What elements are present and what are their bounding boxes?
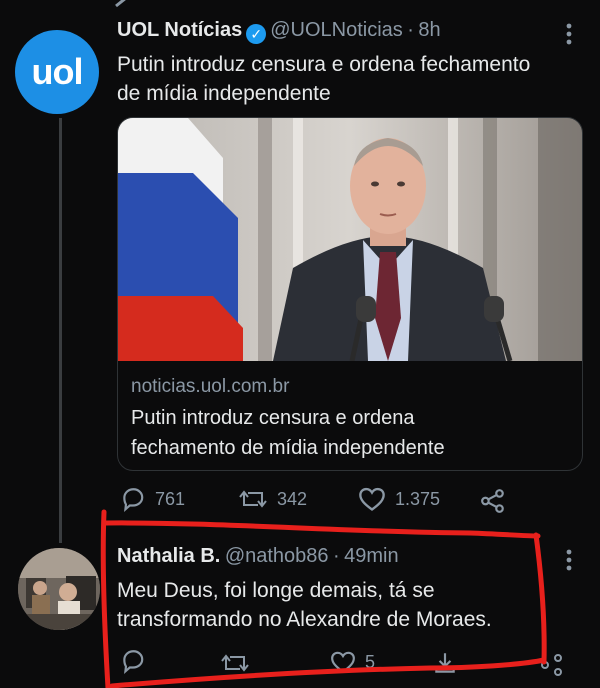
- reply-like-icon: [331, 651, 355, 674]
- card-image: [118, 118, 582, 361]
- tweet-header: UOL Notícias ✓ @UOLNoticias · 8h: [117, 19, 441, 44]
- reply-author-handle[interactable]: @nathob86: [225, 545, 329, 567]
- verified-badge-icon: ✓: [246, 24, 267, 44]
- thread-line: [59, 118, 62, 543]
- reply-text-line: transformando no Alexandre de Moraes.: [117, 608, 492, 631]
- retweet-count: 342: [277, 488, 308, 509]
- reply-header: Nathalia B. @nathob86 · 49min: [117, 545, 399, 568]
- more-icon[interactable]: [564, 22, 574, 46]
- like-icon: [359, 487, 385, 511]
- uol-avatar[interactable]: uol: [15, 30, 99, 114]
- retweet-context-icon: [115, 0, 126, 8]
- card-title: Putin introduz censura e ordena fechamen…: [131, 403, 551, 463]
- share-icon[interactable]: [480, 488, 506, 514]
- tweet-text-line: Putin introduz censura e ordena fechamen…: [117, 53, 531, 76]
- reply-more-icon[interactable]: [564, 548, 574, 572]
- card-domain: noticias.uol.com.br: [131, 376, 290, 397]
- reply-share-alt-icon[interactable]: [540, 652, 564, 678]
- reply-reply-icon[interactable]: [120, 648, 146, 674]
- reply-text-line: Meu Deus, foi longe demais, tá se: [117, 579, 435, 602]
- meta-separator: ·: [407, 19, 414, 41]
- meta-separator: ·: [333, 545, 340, 567]
- tweet-time[interactable]: 8h: [418, 19, 440, 41]
- reply-author-name[interactable]: Nathalia B.: [117, 545, 220, 567]
- card-title-line: Putin introduz censura e ordena: [131, 407, 415, 429]
- tweet-text-line: de mídia independente: [117, 82, 331, 105]
- author-name[interactable]: UOL Notícias: [117, 19, 242, 41]
- retweet-button[interactable]: 342: [238, 486, 307, 512]
- reply-like-button[interactable]: 5: [330, 650, 375, 674]
- reply-text: Meu Deus, foi longe demais, tá se transf…: [117, 576, 492, 634]
- card-title-line: fechamento de mídia independente: [131, 437, 445, 459]
- like-count: 1.375: [395, 488, 441, 509]
- like-button[interactable]: 1.375: [358, 486, 440, 512]
- avatar-logo-text: uol: [31, 51, 84, 92]
- reply-count: 761: [155, 488, 186, 509]
- reply-icon: [123, 488, 144, 512]
- reply-time[interactable]: 49min: [344, 545, 398, 567]
- reply-like-count: 5: [365, 651, 376, 672]
- tweet-text: Putin introduz censura e ordena fechamen…: [117, 50, 530, 108]
- link-card[interactable]: noticias.uol.com.br Putin introduz censu…: [117, 117, 583, 471]
- nathalia-avatar[interactable]: [18, 548, 100, 630]
- reply-share-icon[interactable]: [432, 650, 458, 676]
- author-handle[interactable]: @UOLNoticias: [270, 19, 403, 41]
- reply-retweet-icon[interactable]: [220, 650, 250, 676]
- retweet-icon: [239, 490, 267, 508]
- reply-button[interactable]: 761: [120, 486, 185, 512]
